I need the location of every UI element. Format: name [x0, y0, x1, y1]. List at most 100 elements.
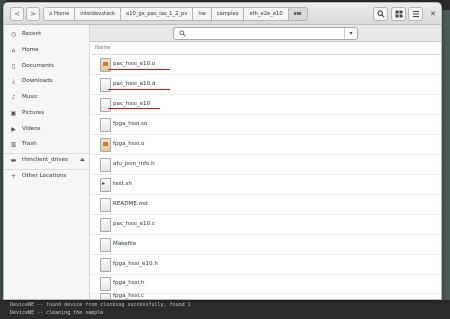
documents-icon: ▯ [11, 63, 16, 70]
file-row[interactable]: pac_hssi_e10.o [91, 55, 441, 75]
search-button[interactable] [373, 7, 388, 21]
breadcrumb-samples[interactable]: samples [211, 7, 245, 21]
grid-icon [395, 10, 402, 18]
forward-button[interactable]: > [26, 7, 40, 21]
file-row[interactable]: fpga_hssi_e10.h [91, 255, 441, 275]
file-row[interactable]: fpga_hssi.o [91, 135, 441, 155]
trash-icon: ▥ [10, 141, 17, 148]
home-icon: ⌂ [11, 47, 16, 54]
breadcrumb-label: Home [53, 11, 70, 17]
breadcrumb: ⌂ Home inteldevstack a10_gx_pac_ias_1_2_… [43, 7, 308, 21]
sidebar-item-label: Recent [22, 31, 42, 37]
sidebar-item-trash[interactable]: ▥ Trash [4, 138, 89, 151]
sidebar-item-label: Documents [22, 63, 54, 69]
sidebar-item-label: thinclient_drives [22, 157, 69, 163]
file-row[interactable]: pac_hssi_e10.c [91, 215, 441, 235]
sidebar-item-label: Downloads [22, 78, 53, 84]
eject-icon[interactable]: ⏏ [80, 154, 85, 167]
sidebar-item-label: Other Locations [22, 173, 67, 179]
breadcrumb-inteldevstack[interactable]: inteldevstack [75, 7, 122, 21]
sidebar-item-documents[interactable]: ▯ Documents [4, 60, 89, 73]
annotation-underline [108, 69, 170, 70]
search-icon [179, 30, 186, 37]
file-icon [100, 138, 111, 152]
annotation-underline [108, 108, 160, 109]
file-name: afu_json_info.h [113, 161, 155, 167]
sidebar-item-label: Trash [22, 141, 37, 147]
breadcrumb-hw[interactable]: hw [193, 7, 212, 21]
file-name: fpga_hssi.c [113, 293, 145, 299]
breadcrumb-sw[interactable]: sw [288, 7, 308, 21]
sidebar-item-home[interactable]: ⌂ Home [4, 44, 89, 57]
column-header-name[interactable]: Name [91, 43, 441, 55]
file-icon [100, 198, 111, 212]
places-sidebar: ◷ Recent ⌂ Home ▯ Documents ⤓ Downloads ♪ Mus… [4, 25, 90, 299]
sidebar-item-other-locations[interactable]: + Other Locations [4, 170, 89, 183]
file-name: pac_hssi_e10.c [113, 221, 155, 227]
file-icon [100, 158, 111, 172]
file-name: fpga_hssi.so [113, 121, 148, 127]
clock-icon: ◷ [10, 31, 17, 38]
terminal-output: DeviceNE -- found device from clocking s… [0, 300, 450, 319]
close-icon[interactable]: ✕ [430, 10, 438, 18]
breadcrumb-eth-e2e-e10[interactable]: eth_e2e_e10 [244, 7, 289, 21]
annotation-underline [108, 89, 170, 90]
file-row[interactable]: afu_json_info.h [91, 155, 441, 175]
file-name: pac_hssi_e10.d [113, 81, 156, 87]
column-header-label: Name [95, 45, 111, 51]
header-bar: < > ⌂ Home inteldevstack a10_gx_pac_ias_… [4, 3, 441, 25]
file-row[interactable]: test.sh [91, 175, 441, 195]
drive-icon: ▬ [10, 157, 17, 164]
downloads-icon: ⤓ [12, 78, 15, 85]
menu-button[interactable] [408, 7, 423, 21]
file-icon [100, 218, 111, 232]
view-toggle-button[interactable] [391, 7, 406, 21]
sidebar-item-music[interactable]: ♪ Music [4, 91, 89, 104]
sidebar-item-thinclient-drives[interactable]: ▬ thinclient_drives ⏏ [4, 154, 89, 167]
file-icon [100, 98, 111, 112]
sidebar-item-label: Videos [22, 126, 41, 132]
file-manager-window: < > ⌂ Home inteldevstack a10_gx_pac_ias_… [3, 2, 442, 300]
breadcrumb-home[interactable]: ⌂ Home [43, 7, 76, 21]
file-row[interactable]: Makefile [91, 235, 441, 255]
menu-icon [412, 11, 419, 17]
terminal-line: DeviceNE -- found device from clocking s… [10, 302, 191, 308]
file-icon [100, 258, 111, 272]
sidebar-item-label: Pictures [22, 110, 45, 116]
breadcrumb-a10-gx-pac[interactable]: a10_gx_pac_ias_1_2_pv [121, 7, 194, 21]
file-row[interactable]: README.md [91, 195, 441, 215]
search-icon [377, 10, 385, 18]
sidebar-item-recent[interactable]: ◷ Recent [4, 28, 89, 41]
sidebar-item-pictures[interactable]: ▣ Pictures [4, 107, 89, 120]
terminal-line: DeviceNE -- cleaning the sample [10, 310, 104, 316]
file-name: fpga_hssi.o [113, 141, 145, 147]
file-name: Makefile [113, 241, 137, 247]
file-name: pac_hssi_e10.o [113, 61, 156, 67]
sidebar-item-videos[interactable]: ▶ Videos [4, 123, 89, 136]
file-row[interactable]: fpga_hssi.c [91, 292, 441, 299]
sidebar-item-label: Home [22, 47, 39, 53]
file-icon [100, 118, 111, 132]
file-icon [100, 238, 111, 252]
back-button[interactable]: < [10, 7, 24, 21]
file-row[interactable]: pac_hssi_e10.d [91, 75, 441, 95]
file-icon [100, 293, 111, 299]
forward-icon: > [30, 10, 36, 18]
file-name: pac_hssi_e10 [113, 101, 151, 107]
pictures-icon: ▣ [10, 110, 17, 117]
videos-icon: ▶ [11, 126, 16, 133]
back-icon: < [14, 10, 20, 18]
file-row[interactable]: fpga_hssi.h [91, 274, 441, 294]
search-input[interactable]: ▾ [173, 27, 358, 40]
file-name: fpga_hssi.h [113, 280, 145, 286]
file-row[interactable]: fpga_hssi.so [91, 115, 441, 135]
file-icon [100, 277, 111, 291]
file-row[interactable]: pac_hssi_e10 [91, 95, 441, 115]
music-icon: ♪ [11, 94, 16, 101]
file-name: README.md [113, 201, 148, 207]
search-dropdown-button[interactable]: ▾ [344, 28, 357, 39]
sidebar-item-label: Music [22, 94, 38, 100]
plus-icon: + [10, 173, 17, 180]
sidebar-item-downloads[interactable]: ⤓ Downloads [4, 75, 89, 88]
script-file-icon [100, 178, 111, 192]
